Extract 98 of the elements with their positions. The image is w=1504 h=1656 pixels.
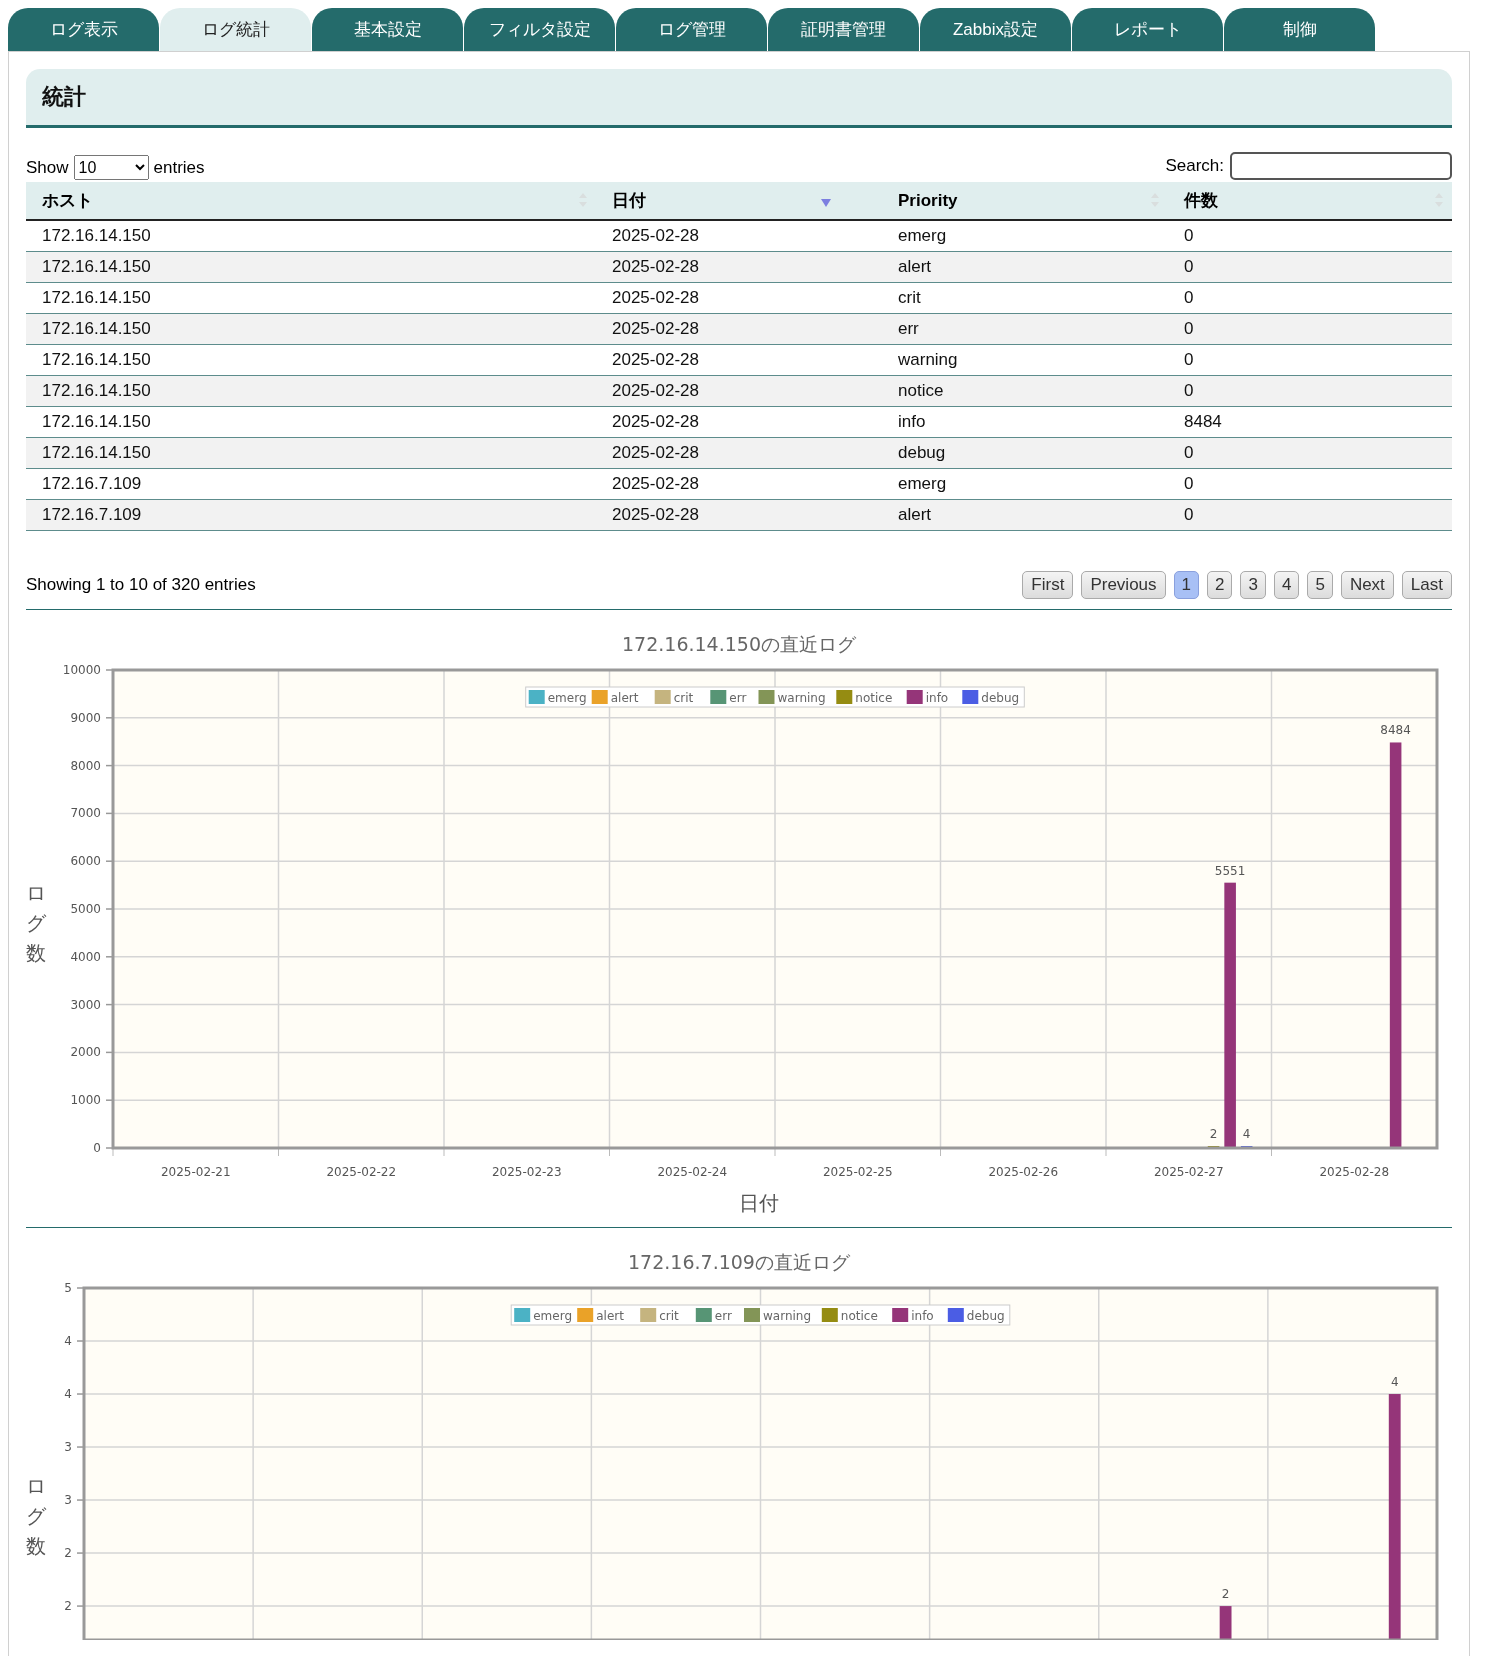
legend-label: alert [596, 1309, 624, 1323]
table-cell: warning [882, 344, 1168, 376]
y-axis-label: ログ数 [26, 881, 46, 966]
table-cell: info [882, 406, 1168, 438]
search-label: Search: [1165, 156, 1224, 176]
table-cell: emerg [882, 220, 1168, 252]
legend-label: emerg [533, 1309, 572, 1323]
table-cell: 172.16.14.150 [26, 220, 596, 252]
y-tick-label: 1000 [70, 1093, 101, 1108]
table-cell: 2025-02-28 [596, 499, 882, 531]
y-tick-label: 10000 [62, 663, 101, 677]
y-tick-label: 3000 [70, 997, 101, 1012]
table-cell: 2025-02-28 [596, 313, 882, 345]
legend-label: warning [777, 691, 826, 705]
table-cell: 172.16.7.109 [26, 468, 596, 500]
data-label: 4 [1390, 1375, 1399, 1389]
table-cell: 0 [1168, 313, 1452, 345]
legend-label: notice [840, 1309, 878, 1323]
y-axis-label: ログ数 [26, 1474, 46, 1559]
data-label: 2 [1221, 1587, 1230, 1602]
legend-label: emerg [547, 691, 587, 705]
table-cell: 2025-02-28 [596, 344, 882, 376]
chart-title: 172.16.7.109の直近ログ [627, 1250, 851, 1275]
data-label: 5551 [1214, 863, 1246, 878]
table-cell: 0 [1168, 468, 1452, 500]
x-tick-label: 2025-02-23 [491, 1165, 562, 1179]
legend-label: err [714, 1309, 732, 1323]
table-cell: 172.16.7.109 [26, 499, 596, 531]
table-cell: 172.16.14.150 [26, 282, 596, 314]
table-cell: 172.16.14.150 [26, 437, 596, 469]
table-cell: 2025-02-28 [596, 282, 882, 314]
x-tick-label: 2025-02-25 [822, 1165, 893, 1179]
legend-label: crit [659, 1309, 679, 1323]
show-label: Show [26, 157, 69, 178]
legend-label: warning [763, 1309, 812, 1323]
legend-label: debug [981, 691, 1020, 705]
legend-label: debug [966, 1309, 1005, 1323]
legend-label: err [729, 691, 747, 705]
table-cell: 172.16.14.150 [26, 375, 596, 407]
table-cell: 2025-02-28 [596, 406, 882, 438]
table-cell: debug [882, 437, 1168, 469]
table-cell: 2025-02-28 [596, 251, 882, 283]
y-tick-label: 2000 [70, 1045, 101, 1060]
table-cell: alert [882, 251, 1168, 283]
y-tick-label: 3 [64, 1440, 72, 1455]
x-axis-label: 日付 [738, 1191, 780, 1216]
data-label: 8484 [1380, 723, 1411, 738]
y-tick-label: 7000 [70, 806, 101, 821]
data-label: 4 [1242, 1127, 1251, 1141]
y-tick-label: 5 [64, 1281, 72, 1295]
y-tick-label: 2 [64, 1546, 72, 1561]
table-cell: 172.16.14.150 [26, 406, 596, 438]
table-cell: err [882, 313, 1168, 345]
x-tick-label: 2025-02-24 [657, 1165, 728, 1179]
y-tick-label: 3 [64, 1493, 72, 1508]
y-tick-label: 8000 [70, 758, 101, 773]
table-cell: 2025-02-28 [596, 437, 882, 469]
y-tick-label: 2 [64, 1599, 72, 1614]
y-tick-label: 9000 [70, 710, 101, 725]
section-title: 統計 [42, 83, 86, 111]
x-tick-label: 2025-02-26 [988, 1165, 1059, 1179]
table-cell: 2025-02-28 [596, 468, 882, 500]
table-cell: 0 [1168, 220, 1452, 252]
legend-label: crit [673, 691, 694, 705]
y-tick-label: 4 [64, 1387, 72, 1401]
legend-label: notice [855, 691, 893, 705]
entries-label: entries [153, 157, 205, 178]
table-cell: 0 [1168, 375, 1452, 407]
table-cell: 2025-02-28 [596, 220, 882, 252]
table-cell: 8484 [1168, 406, 1452, 438]
table-cell: emerg [882, 468, 1168, 500]
x-tick-label: 2025-02-21 [160, 1165, 231, 1179]
y-tick-label: 0 [93, 1141, 101, 1155]
table-cell: 0 [1168, 437, 1452, 469]
entries-info: Showing 1 to 10 of 320 entries [26, 575, 256, 595]
legend-label: info [911, 1309, 934, 1323]
y-tick-label: 5000 [70, 902, 101, 916]
table-cell: crit [882, 282, 1168, 314]
y-tick-label: 4 [64, 1334, 72, 1348]
table-cell: 0 [1168, 282, 1452, 314]
table-cell: notice [882, 375, 1168, 407]
table-cell: 0 [1168, 499, 1452, 531]
table-cell: 2025-02-28 [596, 375, 882, 407]
data-label: 2 [1209, 1127, 1218, 1141]
legend-label: info [925, 691, 949, 705]
x-tick-label: 2025-02-22 [326, 1165, 397, 1179]
y-tick-label: 4000 [70, 949, 101, 964]
table-cell: 0 [1168, 251, 1452, 283]
chart-title: 172.16.14.150の直近ログ [621, 632, 857, 657]
x-tick-label: 2025-02-28 [1319, 1165, 1390, 1179]
x-tick-label: 2025-02-27 [1153, 1165, 1224, 1179]
table-cell: 172.16.14.150 [26, 251, 596, 283]
table-cell: 172.16.14.150 [26, 344, 596, 376]
legend-label: alert [610, 691, 639, 705]
y-tick-label: 6000 [70, 854, 101, 869]
table-cell: 172.16.14.150 [26, 313, 596, 345]
table-cell: 0 [1168, 344, 1452, 376]
table-cell: alert [882, 499, 1168, 531]
